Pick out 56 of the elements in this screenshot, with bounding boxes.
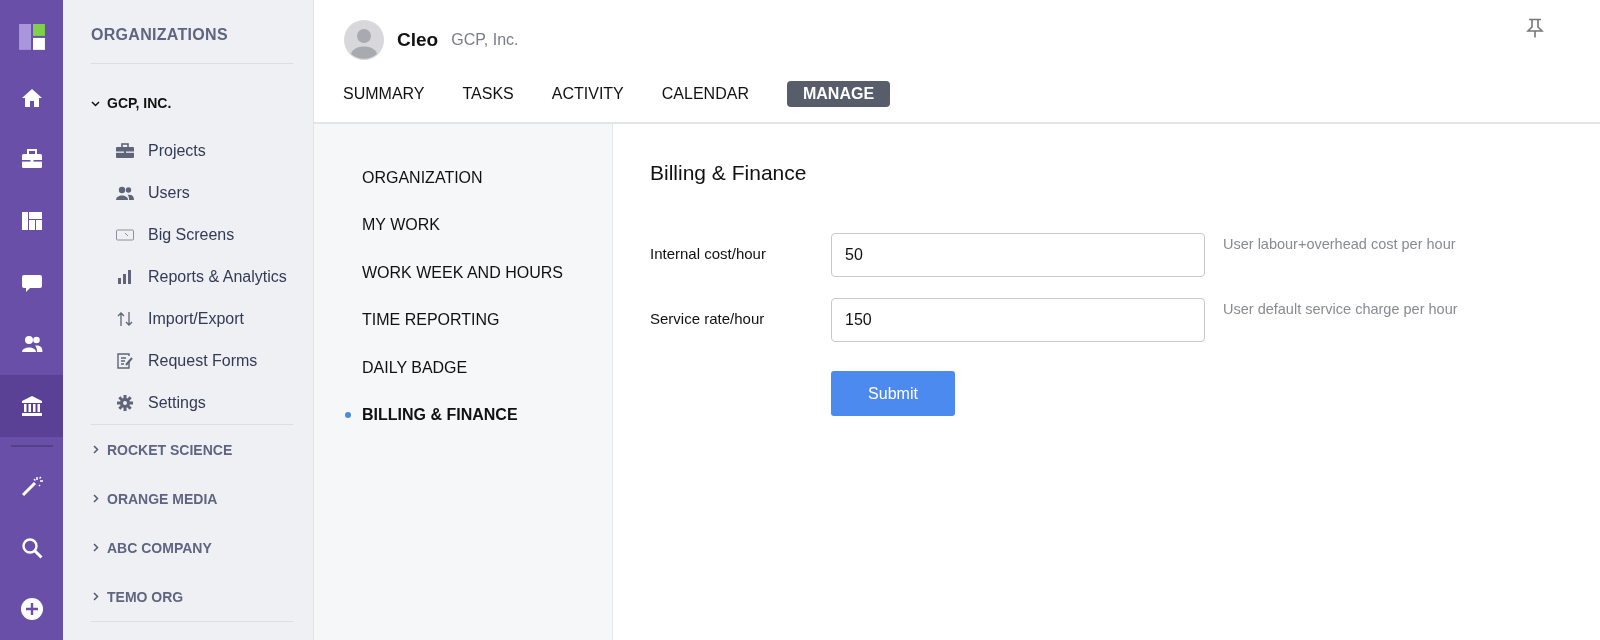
tab[interactable]: MANAGE bbox=[786, 81, 891, 107]
section-title: Billing & Finance bbox=[650, 161, 808, 185]
menu-item[interactable]: DAILY BADGE bbox=[314, 344, 612, 392]
chevron-icon bbox=[91, 592, 100, 601]
sidebar-item[interactable]: Projects bbox=[91, 130, 293, 172]
menu-item[interactable]: WORK WEEK AND HOURS bbox=[314, 249, 612, 297]
tab[interactable]: CALENDAR bbox=[661, 81, 765, 107]
org-tree-item[interactable]: GCP, INC. bbox=[91, 86, 293, 120]
field-label: Service rate/hour bbox=[650, 309, 766, 327]
monitor-icon bbox=[116, 227, 134, 243]
bar-chart-icon bbox=[116, 269, 134, 285]
sidebar-item[interactable]: Reports & Analytics bbox=[91, 256, 293, 298]
input-field[interactable]: 150 bbox=[831, 298, 1205, 342]
org-tree-item[interactable]: ROCKET SCIENCE bbox=[91, 425, 293, 474]
tab[interactable]: ACTIVITY bbox=[551, 81, 640, 107]
briefcase-icon bbox=[20, 148, 43, 171]
settings-icon bbox=[116, 395, 134, 411]
menu-item[interactable]: MY WORK bbox=[314, 201, 612, 249]
dashboard-icon bbox=[20, 210, 43, 233]
chevron-icon bbox=[91, 543, 100, 552]
avatar-icon bbox=[344, 20, 384, 60]
rail-item[interactable] bbox=[0, 375, 63, 437]
menu-item[interactable]: BILLING & FINANCE bbox=[314, 391, 612, 439]
field-hint: User labour+overhead cost per hour bbox=[1223, 235, 1456, 252]
chevron-icon bbox=[91, 494, 100, 503]
sidebar-item[interactable]: Users bbox=[91, 172, 293, 214]
user-name: Cleo bbox=[397, 29, 439, 51]
home-icon bbox=[20, 86, 43, 109]
org-tree-item[interactable]: TEMO ORG bbox=[91, 572, 293, 621]
input-field[interactable]: 50 bbox=[831, 233, 1205, 277]
org-tree-item[interactable]: ORANGE MEDIA bbox=[91, 474, 293, 523]
menu-item[interactable]: TIME REPORTING bbox=[314, 296, 612, 344]
org-tree-item[interactable]: ABC COMPANY bbox=[91, 523, 293, 572]
chevron-icon bbox=[91, 98, 100, 108]
add-icon bbox=[20, 598, 43, 621]
sidebar-item[interactable]: Import/Export bbox=[91, 298, 293, 340]
pin-icon[interactable] bbox=[1526, 18, 1544, 38]
app-logo-icon[interactable] bbox=[18, 24, 45, 50]
bank-icon bbox=[20, 395, 43, 418]
menu-item[interactable]: ORGANIZATION bbox=[314, 154, 612, 202]
chevron-icon bbox=[91, 445, 100, 454]
organization-name: GCP, Inc. bbox=[451, 31, 519, 49]
magic-wand-icon bbox=[20, 474, 43, 497]
field-hint: User default service charge per hour bbox=[1223, 300, 1458, 317]
search-icon bbox=[20, 536, 43, 559]
form-icon bbox=[116, 353, 134, 369]
sidebar-item[interactable]: Big Screens bbox=[91, 214, 293, 256]
sidebar-heading: ORGANIZATIONS bbox=[91, 26, 229, 44]
arrows-icon bbox=[116, 311, 134, 327]
sidebar-item[interactable]: Settings bbox=[91, 382, 293, 424]
tab[interactable]: SUMMARY bbox=[343, 81, 441, 107]
users-icon bbox=[116, 185, 134, 201]
sidebar-item[interactable]: Request Forms bbox=[91, 340, 293, 382]
briefcase-icon bbox=[116, 143, 134, 159]
tab[interactable]: TASKS bbox=[462, 81, 530, 107]
field-label: Internal cost/hour bbox=[650, 244, 767, 262]
